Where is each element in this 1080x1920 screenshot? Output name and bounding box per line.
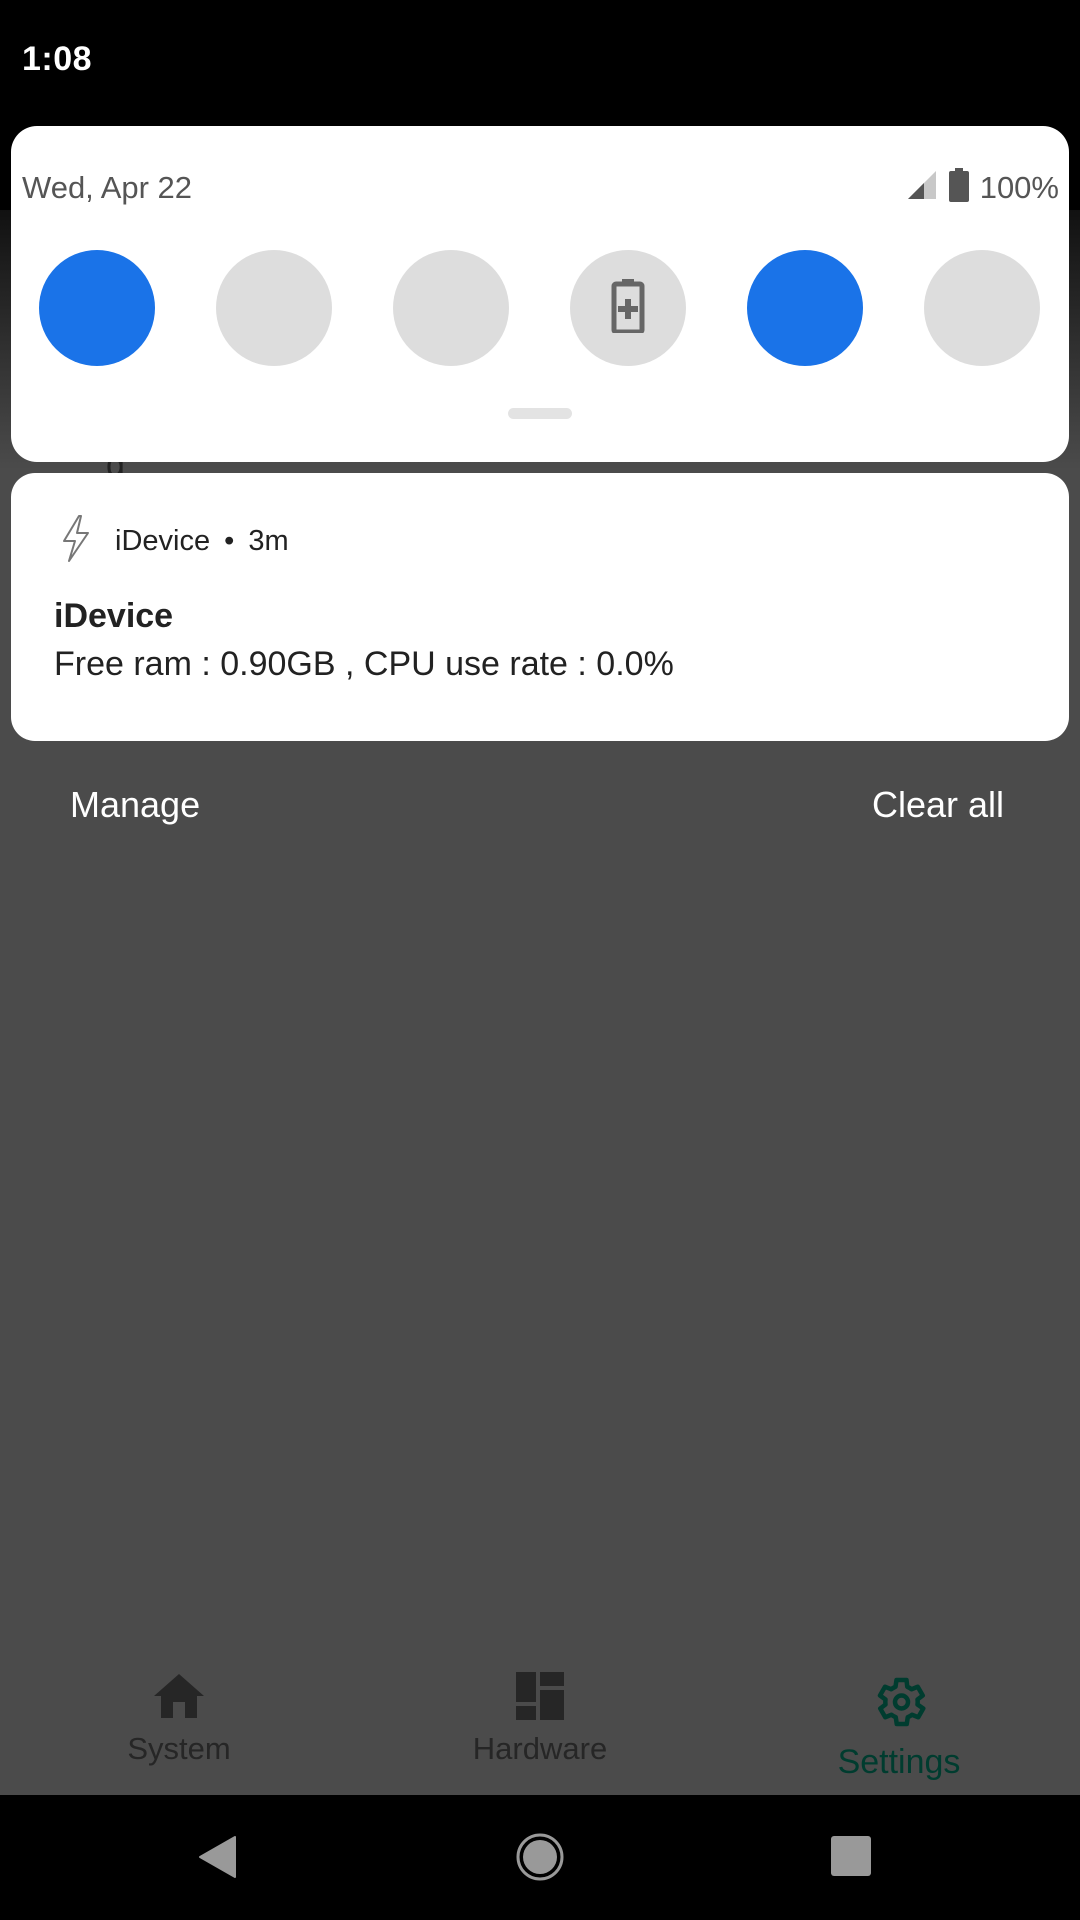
quick-tile-2[interactable]: [216, 250, 332, 366]
status-time: 1:08: [22, 40, 93, 78]
nav-label-settings: Settings: [837, 1743, 961, 1781]
recents-icon[interactable]: [830, 1835, 872, 1882]
gear-icon: [869, 1672, 929, 1737]
nav-item-system[interactable]: System: [59, 1672, 299, 1767]
back-icon[interactable]: [198, 1835, 238, 1884]
nav-item-settings[interactable]: Settings: [779, 1672, 1019, 1782]
quick-tile-6[interactable]: [924, 250, 1040, 366]
qs-status-icons: 100%: [906, 168, 1059, 207]
quick-tile-1[interactable]: [39, 250, 155, 366]
manage-button[interactable]: Manage: [70, 784, 200, 826]
quick-tile-3[interactable]: [393, 250, 509, 366]
system-navigation-bar: [0, 1795, 1080, 1920]
notification-time: 3m: [248, 525, 289, 557]
quick-settings-panel: Wed, Apr 22 100%: [11, 126, 1069, 462]
quick-tiles-row: [11, 250, 1069, 366]
clear-all-button[interactable]: Clear all: [872, 784, 1004, 826]
date-label[interactable]: Wed, Apr 22: [22, 170, 192, 206]
home-icon: [153, 1672, 205, 1725]
nav-label-hardware: Hardware: [472, 1731, 608, 1766]
home-circle-icon[interactable]: [515, 1832, 565, 1887]
notification-text: Free ram : 0.90GB , CPU use rate : 0.0%: [54, 645, 674, 683]
nav-label-system: System: [127, 1731, 231, 1766]
dashboard-icon: [516, 1672, 564, 1725]
notification-app-name: iDevice • 3m: [115, 525, 289, 557]
quick-tile-5[interactable]: [747, 250, 863, 366]
cellular-signal-icon: [906, 169, 938, 206]
lightning-bolt-icon: [61, 515, 91, 568]
notification-card[interactable]: iDevice • 3m iDevice Free ram : 0.90GB ,…: [11, 473, 1069, 741]
battery-percent: 100%: [979, 169, 1059, 205]
bottom-navigation: System Hardware Settings: [0, 1640, 1080, 1795]
battery-full-icon: [948, 168, 970, 207]
battery-saver-tile[interactable]: [570, 250, 686, 366]
battery-saver-icon: [611, 278, 645, 338]
drag-handle[interactable]: [508, 408, 572, 419]
notification-header: iDevice • 3m: [61, 515, 289, 568]
notification-title: iDevice: [54, 597, 174, 635]
nav-item-hardware[interactable]: Hardware: [420, 1672, 660, 1767]
